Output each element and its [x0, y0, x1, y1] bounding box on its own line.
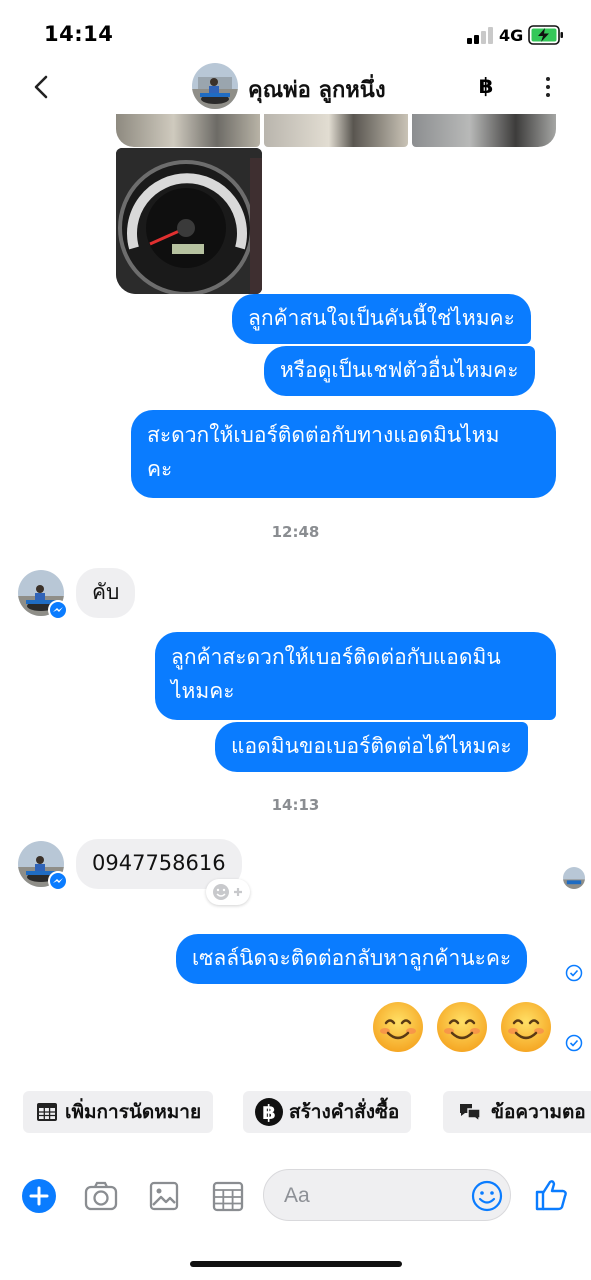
message-timestamp: 14:13 — [271, 796, 320, 814]
baht-icon: ฿ — [255, 1098, 283, 1126]
messenger-badge-icon — [48, 600, 68, 620]
avatar-photo — [192, 63, 238, 109]
saved-replies-chip[interactable]: ข้อความตอ — [443, 1091, 591, 1133]
chip-label: ข้อความตอ — [491, 1101, 586, 1123]
add-reaction-button[interactable] — [206, 879, 250, 905]
more-actions-button[interactable] — [22, 1179, 56, 1213]
message-input-box[interactable] — [263, 1169, 511, 1221]
message-text: 0947758616 — [92, 851, 226, 875]
message-text: หรือดูเป็นเชฟตัวอื่นไหมคะ — [280, 358, 519, 382]
message-text: เซลล์นิดจะติดต่อกลับหาลูกค้านะคะ — [192, 946, 512, 970]
appointment-button[interactable] — [210, 1178, 246, 1214]
battery-charging-icon — [528, 25, 563, 45]
svg-text:฿: ฿ — [262, 1101, 276, 1124]
message-text-line: สะดวกให้เบอร์ติดต่อกับทางแอดมินไหม — [147, 423, 500, 447]
quick-actions-row: เพิ่มการนัดหมาย ฿ สร้างคำสั่งซื้อ ข้อควา… — [0, 1091, 591, 1135]
more-options-button[interactable] — [538, 72, 558, 102]
create-order-chip[interactable]: ฿ สร้างคำสั่งซื้อ — [243, 1091, 412, 1133]
message-composer — [0, 1164, 591, 1226]
car-interior-photo[interactable] — [116, 114, 260, 147]
smiling-face-emoji[interactable] — [500, 1001, 552, 1053]
plus-icon — [29, 1186, 49, 1206]
delivered-check-icon — [565, 964, 583, 982]
smiling-face-emoji[interactable] — [372, 1001, 424, 1053]
camera-button[interactable] — [83, 1178, 119, 1214]
car-seat-photo[interactable] — [264, 114, 408, 147]
car-wheel-photo[interactable] — [412, 114, 556, 147]
incoming-message[interactable]: คับ — [76, 568, 136, 618]
outgoing-message[interactable]: ลูกค้าสะดวกให้เบอร์ติดต่อกับแอดมิน ไหมคะ — [155, 632, 556, 720]
home-indicator — [190, 1261, 402, 1267]
back-button[interactable] — [28, 72, 58, 102]
seen-indicator-avatar — [563, 867, 585, 889]
messenger-badge-icon — [48, 871, 68, 891]
outgoing-message[interactable]: สะดวกให้เบอร์ติดต่อกับทางแอดมินไหม คะ — [131, 410, 556, 498]
message-input[interactable] — [284, 1182, 464, 1210]
status-time: 14:14 — [44, 22, 114, 46]
thumbs-up-button[interactable] — [532, 1176, 570, 1214]
message-timestamp: 12:48 — [271, 523, 320, 541]
message-text: ลูกค้าสนใจเป็นคันนี้ใช่ไหมคะ — [248, 306, 515, 330]
calendar-icon — [37, 1103, 57, 1121]
outgoing-message[interactable]: ลูกค้าสนใจเป็นคันนี้ใช่ไหมคะ — [232, 294, 531, 344]
outgoing-message[interactable]: แอดมินขอเบอร์ติดต่อได้ไหมคะ — [215, 722, 528, 772]
message-text: คับ — [92, 580, 120, 604]
smiling-face-icon — [437, 1002, 487, 1052]
outgoing-message[interactable]: เซลล์นิดจะติดต่อกลับหาลูกค้านะคะ — [176, 934, 528, 984]
gallery-button[interactable] — [146, 1178, 182, 1214]
message-text-line: ไหมคะ — [171, 679, 235, 703]
network-type: 4G — [499, 26, 524, 45]
outgoing-message[interactable]: หรือดูเป็นเชฟตัวอื่นไหมคะ — [264, 346, 535, 396]
speedometer-image — [116, 148, 262, 294]
message-text: แอดมินขอเบอร์ติดต่อได้ไหมคะ — [231, 734, 512, 758]
add-appointment-chip[interactable]: เพิ่มการนัดหมาย — [23, 1091, 214, 1133]
smiling-face-emoji[interactable] — [436, 1001, 488, 1053]
message-text-line: ลูกค้าสะดวกให้เบอร์ติดต่อกับแอดมิน — [171, 645, 501, 669]
payment-button[interactable]: ฿ — [474, 74, 498, 100]
delivered-check-icon — [565, 1034, 583, 1052]
chat-bubbles-icon — [460, 1104, 481, 1123]
emoji-button[interactable] — [470, 1179, 504, 1213]
add-reaction-icon — [213, 884, 242, 900]
speedometer-photo[interactable] — [116, 148, 262, 294]
chip-label: สร้างคำสั่งซื้อ — [289, 1101, 400, 1123]
message-text-line: คะ — [147, 457, 173, 481]
smiling-face-icon — [373, 1002, 423, 1052]
contact-avatar[interactable] — [192, 63, 238, 109]
signal-strength-icon — [467, 27, 493, 44]
chat-header: คุณพ่อ ลูกหนึ่ง ฿ — [0, 62, 591, 114]
smiling-face-icon — [501, 1002, 551, 1052]
contact-name[interactable]: คุณพ่อ ลูกหนึ่ง — [248, 72, 386, 107]
chip-label: เพิ่มการนัดหมาย — [65, 1101, 202, 1123]
status-bar: 14:14 4G — [0, 0, 591, 62]
